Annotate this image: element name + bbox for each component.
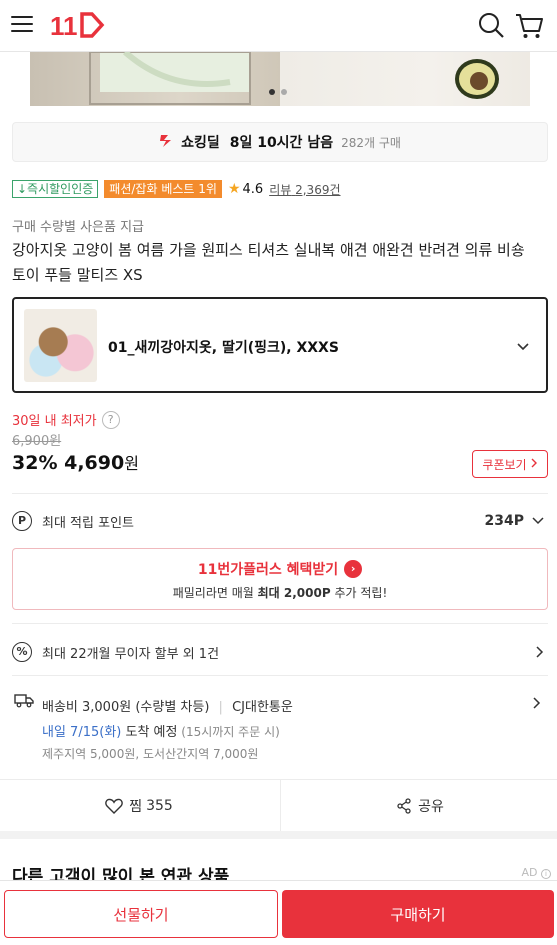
review-count: 2,369건: [295, 182, 341, 197]
carousel-dot-active: [269, 89, 275, 95]
chevron-down-icon: [516, 339, 530, 353]
ad-text: AD: [521, 866, 538, 879]
help-icon[interactable]: ?: [101, 410, 120, 429]
chevron-right-circle-icon: ›: [344, 560, 363, 578]
buy-button[interactable]: 구매하기: [282, 890, 554, 938]
shipping-fee: 배송비 3,000원 (수량별 차등): [42, 700, 210, 715]
installment-text: 최대 22개월 무이자 할부 외 1건: [42, 646, 220, 662]
points-value-wrap: 234P: [485, 513, 544, 529]
truck-icon: [14, 692, 34, 712]
arrival-text: 도착 예정: [121, 725, 178, 740]
deal-label: 쇼킹딜: [181, 135, 220, 151]
chevron-right-icon: [536, 646, 544, 658]
related-products-title: 다른 고객이 많이 본 연관 상품: [12, 867, 230, 882]
plus-desc-prefix: 패밀리라면 매월: [172, 586, 258, 600]
bottom-action-bar: 선물하기 구매하기: [0, 880, 557, 945]
rating-value: 4.6: [242, 181, 264, 197]
lowest-price-text: 30일 내 최저가: [12, 414, 97, 429]
arrival-date: 내일 7/15(화): [42, 725, 122, 740]
divider: [12, 623, 548, 624]
gift-note: 구매 수량별 사은품 지급: [12, 220, 144, 235]
chevron-right-icon: [531, 457, 538, 471]
share-label: 공유: [418, 799, 444, 815]
carousel-indicator: [269, 80, 293, 99]
deal-time-left: 8일 10시간 남음: [229, 135, 334, 151]
star-icon: ★: [227, 181, 241, 197]
like-button[interactable]: 찜 355: [0, 780, 278, 832]
share-button[interactable]: 공유: [281, 780, 557, 832]
percent-icon: %: [12, 642, 32, 662]
product-page: 11 쇼킹딜 8일 10시간 남음 282개 구매 ↓즉시할인인증 패션/잡화 …: [0, 0, 557, 945]
coupon-button[interactable]: 쿠폰보기: [472, 450, 548, 478]
plus-benefit-banner[interactable]: 11번가플러스 혜택받기 › 패밀리라면 매월 최대 2,000P 추가 적립!: [12, 548, 548, 610]
point-icon: P: [12, 511, 32, 531]
coupon-label: 쿠폰보기: [482, 457, 527, 472]
review-link[interactable]: 리뷰 2,369건: [269, 181, 340, 198]
cart-icon[interactable]: [514, 11, 544, 41]
plus-title-row: 11번가플러스 혜택받기 ›: [13, 559, 547, 579]
extra-shipping-fee: 제주지역 5,000원, 도서산간지역 7,000원: [42, 747, 259, 761]
divider: [12, 493, 548, 494]
menu-icon[interactable]: [10, 12, 34, 36]
lowest-price-label: 30일 내 최저가 ?: [12, 410, 120, 429]
original-price: 6,900원: [12, 434, 62, 449]
points-value: 234P: [484, 513, 524, 529]
action-bar: 찜 355 공유: [0, 779, 557, 832]
divider: [12, 675, 548, 676]
ad-label: AD i: [521, 866, 551, 879]
plus-desc-suffix: 추가 적립!: [330, 586, 388, 600]
product-image-right: [280, 52, 530, 106]
separator: |: [218, 700, 223, 715]
shocking-deal-banner: 쇼킹딜 8일 10시간 남음 282개 구매: [12, 122, 548, 162]
app-header: 11: [0, 0, 557, 52]
share-icon: [397, 798, 411, 814]
option-thumbnail: [24, 309, 97, 382]
logo[interactable]: 11: [50, 10, 106, 44]
product-title: 강아지옷 고양이 봄 여름 가을 원피스 티셔츠 실내복 애견 애완견 반려견 …: [12, 241, 525, 284]
currency: 원: [124, 454, 139, 473]
svg-text:11: 11: [50, 11, 78, 40]
carousel-dot: [281, 89, 287, 95]
like-count: 355: [146, 798, 173, 814]
option-select[interactable]: 01_새끼강아지옷, 딸기(핑크), XXXS: [12, 297, 548, 393]
shipping-carrier: CJ대한통운: [232, 700, 293, 715]
plus-description: 패밀리라면 매월 최대 2,000P 추가 적립!: [13, 584, 547, 601]
best-seller-badge: 패션/잡화 베스트 1위: [104, 180, 222, 198]
option-selected-label: 01_새끼강아지옷, 딸기(핑크), XXXS: [108, 340, 339, 356]
heart-icon: [105, 798, 123, 814]
info-icon: i: [541, 869, 551, 879]
points-row[interactable]: P 최대 적립 포인트 234P: [12, 509, 548, 533]
deal-purchase-count: 282개 구매: [341, 135, 401, 150]
badge-row: ↓즉시할인인증 패션/잡화 베스트 1위 ★ 4.6 리뷰 2,369건: [12, 180, 341, 198]
like-label: 찜: [129, 799, 143, 815]
discount-rate: 32%: [12, 452, 58, 474]
sale-price: 32% 4,690원: [12, 450, 139, 474]
product-image-left: [30, 52, 280, 106]
installment-row[interactable]: % 최대 22개월 무이자 할부 외 1건: [12, 640, 548, 664]
review-prefix: 리뷰: [269, 182, 292, 197]
arrival-note: (15시까지 주문 시): [177, 725, 280, 739]
rating: ★ 4.6: [228, 181, 263, 197]
shipping-fee-row: 배송비 3,000원 (수량별 차등) | CJ대한통운: [42, 696, 293, 715]
chevron-right-icon: [533, 694, 541, 713]
plus-title: 11번가플러스 혜택받기: [197, 562, 339, 578]
plus-desc-bold: 최대 2,000P: [257, 586, 331, 600]
chevron-down-icon: [532, 517, 544, 525]
points-label: 최대 적립 포인트: [42, 515, 134, 531]
search-icon[interactable]: [476, 11, 506, 41]
section-gap: [0, 831, 557, 839]
deal-icon: [159, 132, 175, 152]
gift-button[interactable]: 선물하기: [4, 890, 278, 938]
instant-discount-badge: ↓즉시할인인증: [12, 180, 99, 198]
sale-amount: 4,690: [64, 452, 125, 474]
arrival-row: 내일 7/15(화) 도착 예정 (15시까지 주문 시): [42, 721, 280, 740]
